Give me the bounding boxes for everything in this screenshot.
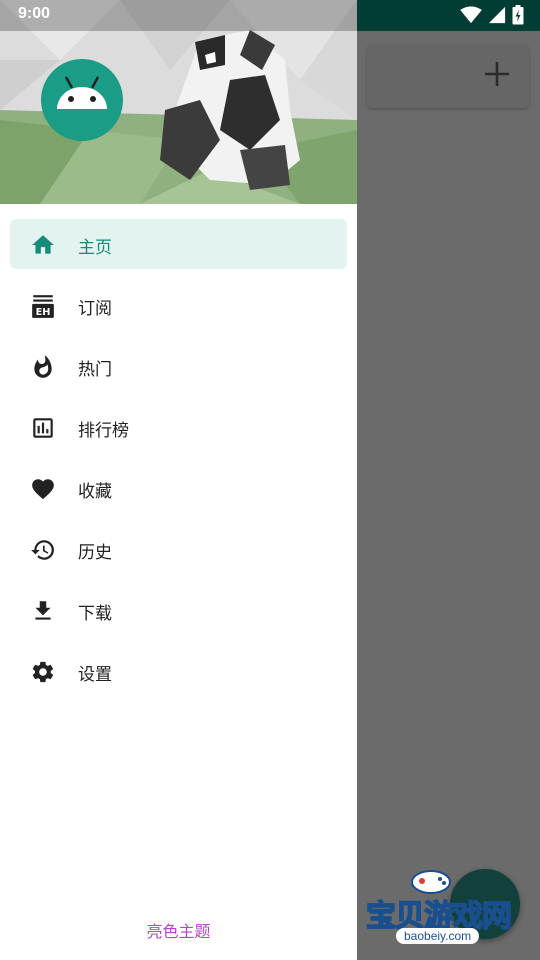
chart-icon (33, 418, 53, 438)
avatar[interactable] (41, 59, 123, 141)
watermark-url: baobeiy.com (396, 928, 480, 944)
menu-item-label: 订阅 (78, 299, 112, 319)
add-icon (485, 62, 509, 86)
status-time: 9:00 (18, 5, 51, 22)
wifi-icon (460, 6, 482, 24)
navigation-drawer: 主页 EH 订阅 热门 排行榜 收藏 历史 下载 设置 亮色主题 (0, 0, 357, 960)
menu-item-home[interactable]: 主页 (10, 219, 347, 269)
heart-icon (32, 479, 54, 500)
fire-icon (34, 355, 52, 378)
menu-item-label: 主页 (78, 238, 112, 258)
menu-item-label: 收藏 (78, 482, 112, 502)
menu-item-download[interactable]: 下载 (10, 585, 347, 635)
svg-text:EH: EH (36, 307, 51, 318)
theme-toggle-button[interactable]: 亮色主题 (0, 918, 357, 942)
battery-icon (512, 5, 524, 25)
menu-item-ranking[interactable]: 排行榜 (10, 402, 347, 452)
status-icons (460, 5, 524, 25)
menu-item-label: 历史 (78, 543, 112, 563)
status-bar: 9:00 (0, 0, 540, 31)
menu-item-label: 排行榜 (78, 421, 129, 441)
android-icon (57, 76, 107, 109)
watermark: 宝贝游戏网 baobeiy.com (362, 866, 513, 956)
background-app: 宝贝游戏网 baobeiy.com (357, 31, 540, 960)
menu-item-label: 设置 (78, 665, 112, 685)
gamepad-icon (411, 870, 451, 894)
download-icon (35, 601, 51, 620)
menu-item-favorites[interactable]: 收藏 (10, 463, 347, 513)
history-icon (31, 540, 54, 560)
menu-item-popular[interactable]: 热门 (10, 341, 347, 391)
menu-item-label: 热门 (78, 360, 112, 380)
menu-item-settings[interactable]: 设置 (10, 646, 347, 696)
subscription-eh-icon: EH (32, 295, 54, 318)
gear-icon (32, 661, 54, 683)
menu-item-label: 下载 (78, 604, 112, 624)
home-icon (32, 235, 54, 254)
menu-item-history[interactable]: 历史 (10, 524, 347, 574)
signal-icon (488, 6, 506, 24)
menu-item-subscription[interactable]: EH 订阅 (10, 280, 347, 330)
